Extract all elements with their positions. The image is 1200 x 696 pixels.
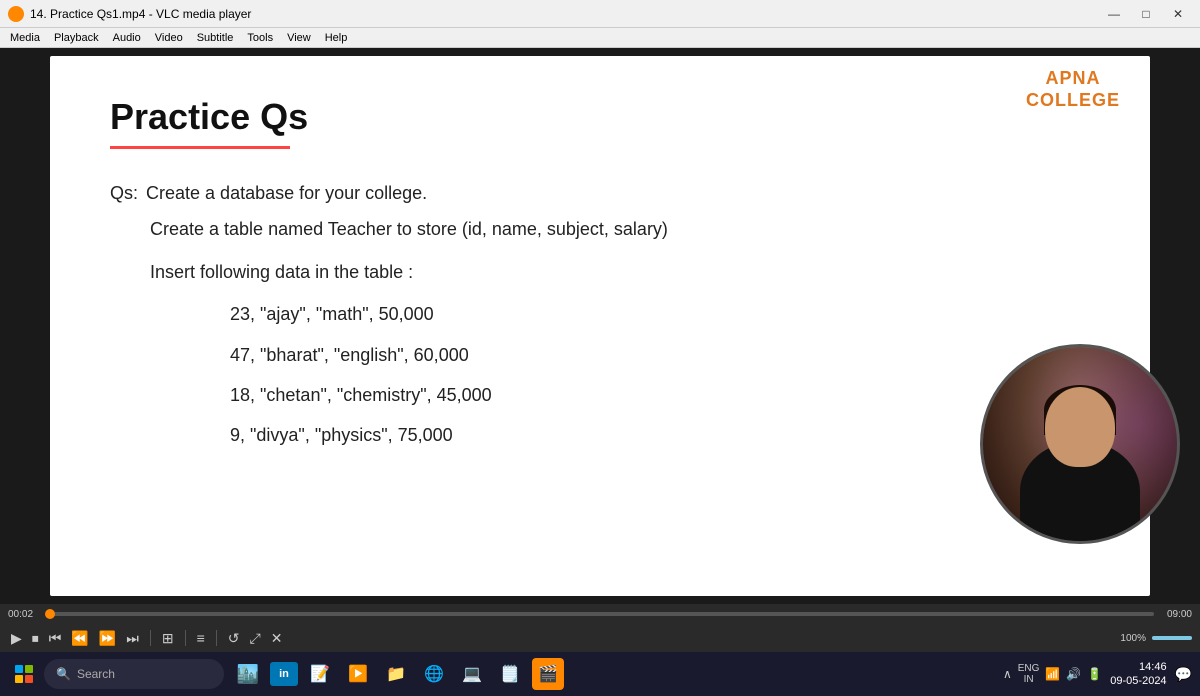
clock-area[interactable]: 14:46 09-05-2024	[1110, 660, 1166, 689]
tray-volume-icon[interactable]: 🔊	[1066, 667, 1081, 681]
window-controls: — □ ✕	[1100, 4, 1192, 24]
taskbar-youtube-icon[interactable]: ▶️	[342, 658, 374, 690]
menu-video[interactable]: Video	[149, 28, 189, 48]
windows-icon	[15, 665, 33, 683]
play-button[interactable]: ▶	[8, 626, 25, 650]
data-row-1: 23, "ajay", "math", 50,000	[110, 298, 1090, 330]
volume-track[interactable]	[1152, 636, 1192, 640]
progress-track[interactable]	[46, 612, 1154, 616]
stop-button[interactable]: ⏹	[29, 626, 42, 650]
tray-battery-icon[interactable]: 🔋	[1087, 667, 1102, 681]
vlc-app-icon	[8, 6, 24, 22]
taskbar-vscode-icon[interactable]: 💻	[456, 658, 488, 690]
apna-college-logo: APNA COLLEGE	[1026, 68, 1120, 111]
progress-dot	[45, 609, 55, 619]
data-row-2: 47, "bharat", "english", 60,000	[110, 339, 1090, 371]
maximize-button[interactable]: □	[1132, 4, 1160, 24]
sub-line-2: Insert following data in the table :	[110, 256, 1090, 288]
shuffle-button[interactable]: ⤢	[247, 626, 264, 650]
taskbar-right: ∧ ENGIN 📶 🔊 🔋 14:46 09-05-2024 💬	[1003, 660, 1192, 689]
close-playlist-button[interactable]: ✕	[268, 626, 286, 650]
taskbar-notes-icon[interactable]: 🗒️	[494, 658, 526, 690]
menu-audio[interactable]: Audio	[107, 28, 147, 48]
menu-bar: Media Playback Audio Video Subtitle Tool…	[0, 28, 1200, 48]
next-button[interactable]: ⏭	[123, 626, 142, 650]
chapter-button[interactable]: ⊞	[159, 626, 177, 650]
taskbar-word-icon[interactable]: 📝	[304, 658, 336, 690]
sub-line-1: Create a table named Teacher to store (i…	[110, 213, 1090, 245]
loop-button[interactable]: ↺	[225, 626, 243, 650]
taskbar-vlc-icon[interactable]: 🎬	[532, 658, 564, 690]
notification-icon[interactable]: 💬	[1175, 666, 1192, 683]
person-head	[1045, 387, 1115, 467]
menu-subtitle[interactable]: Subtitle	[191, 28, 240, 48]
extended-button[interactable]: ≡	[194, 626, 208, 650]
college-text: COLLEGE	[1026, 90, 1120, 112]
taskbar-widget-icon[interactable]: 🏙️	[232, 658, 264, 690]
taskbar-icons: 🏙️ in 📝 ▶️ 📁 🌐 💻 🗒️ 🎬	[232, 658, 564, 690]
time-current: 00:02	[8, 609, 40, 620]
search-label: Search	[77, 667, 115, 681]
win-sq-1	[15, 665, 23, 673]
taskbar-linkedin-icon[interactable]: in	[270, 662, 298, 686]
menu-view[interactable]: View	[281, 28, 317, 48]
volume-fill	[1152, 636, 1192, 640]
menu-help[interactable]: Help	[319, 28, 354, 48]
close-button[interactable]: ✕	[1164, 4, 1192, 24]
window-title: 14. Practice Qs1.mp4 - VLC media player	[30, 7, 251, 21]
data-row-3: 18, "chetan", "chemistry", 45,000	[110, 379, 1090, 411]
start-button[interactable]	[8, 658, 40, 690]
tray-lang-icon[interactable]: ENGIN	[1018, 663, 1040, 685]
win-sq-3	[15, 675, 23, 683]
volume-percent: 100%	[1120, 633, 1146, 644]
menu-playback[interactable]: Playback	[48, 28, 105, 48]
slide-title: Practice Qs	[110, 96, 1090, 138]
progress-area: 00:02 09:00	[0, 604, 1200, 624]
menu-media[interactable]: Media	[4, 28, 46, 48]
fast-fwd-button[interactable]: ⏩	[96, 626, 119, 650]
sys-tray: ∧ ENGIN 📶 🔊 🔋	[1003, 663, 1102, 685]
clock-date: 09-05-2024	[1110, 674, 1166, 688]
webcam-overlay	[980, 344, 1180, 544]
taskbar-explorer-icon[interactable]: 📁	[380, 658, 412, 690]
question-main: Create a database for your college.	[146, 177, 427, 209]
taskbar-chrome-icon[interactable]: 🌐	[418, 658, 450, 690]
title-bar-left: 14. Practice Qs1.mp4 - VLC media player	[8, 6, 251, 22]
minimize-button[interactable]: —	[1100, 4, 1128, 24]
clock-time: 14:46	[1110, 660, 1166, 674]
title-bar: 14. Practice Qs1.mp4 - VLC media player …	[0, 0, 1200, 28]
ctrl-separator-2	[185, 630, 186, 646]
apna-text: APNA	[1026, 68, 1120, 90]
slide-body: Qs: Create a database for your college. …	[110, 177, 1090, 452]
search-bar[interactable]: 🔍 Search	[44, 659, 224, 689]
taskbar: 🔍 Search 🏙️ in 📝 ▶️ 📁 🌐 💻 🗒️ 🎬 ∧ ENGIN 📶…	[0, 652, 1200, 696]
qs-label: Qs:	[110, 177, 138, 209]
ctrl-separator-3	[216, 630, 217, 646]
time-total: 09:00	[1160, 609, 1192, 620]
menu-tools[interactable]: Tools	[241, 28, 279, 48]
slide-title-underline	[110, 146, 290, 149]
tray-chevron-icon[interactable]: ∧	[1003, 667, 1012, 681]
tray-wifi-icon[interactable]: 📶	[1045, 667, 1060, 681]
person-silhouette	[983, 347, 1177, 541]
data-row-4: 9, "divya", "physics", 75,000	[110, 419, 1090, 451]
question-line: Qs: Create a database for your college.	[110, 177, 1090, 209]
win-sq-4	[25, 675, 33, 683]
win-sq-2	[25, 665, 33, 673]
prev-button[interactable]: ⏮	[46, 626, 65, 650]
search-icon: 🔍	[56, 667, 71, 681]
ctrl-separator-1	[150, 630, 151, 646]
rewind-button[interactable]: ⏪	[68, 626, 91, 650]
controls-bar: ▶ ⏹ ⏮ ⏪ ⏩ ⏭ ⊞ ≡ ↺ ⤢ ✕ 100%	[0, 624, 1200, 652]
video-area: APNA COLLEGE Practice Qs Qs: Create a da…	[0, 48, 1200, 604]
